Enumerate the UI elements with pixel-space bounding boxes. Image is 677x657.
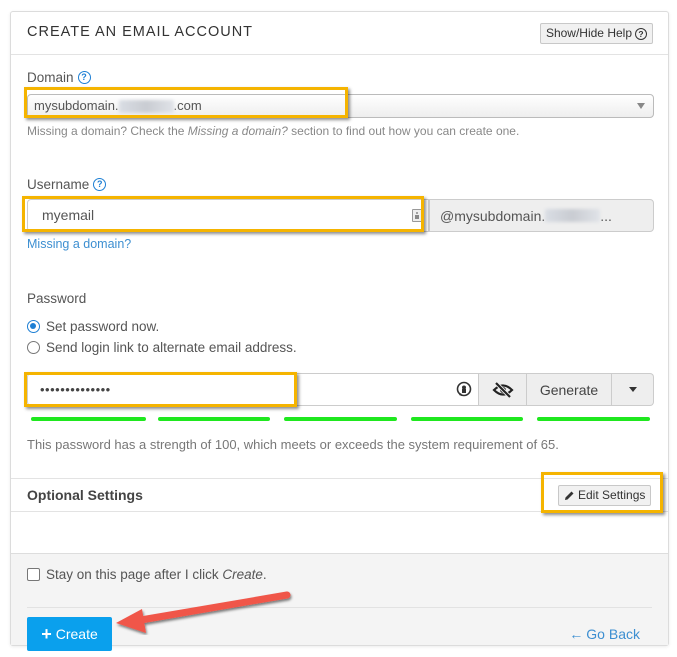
password-strength-text: This password has a strength of 100, whi…: [27, 437, 559, 452]
caret-down-icon: [637, 103, 645, 109]
caret-down-icon: [628, 387, 637, 392]
strength-segment: [31, 417, 146, 421]
password-label: Password: [27, 291, 87, 306]
strength-segment: [537, 417, 650, 421]
domain-label-text: Domain: [27, 70, 74, 85]
username-input[interactable]: myemail: [27, 199, 429, 232]
generate-options-dropdown[interactable]: [612, 373, 654, 406]
redacted-text: [118, 100, 174, 114]
password-masked-value: ••••••••••••••: [40, 382, 111, 397]
edit-settings-button[interactable]: Edit Settings: [558, 485, 652, 506]
contact-card-icon: [412, 209, 422, 222]
stay-on-page-checkbox-row[interactable]: Stay on this page after I click Create.: [27, 567, 267, 582]
missing-domain-link[interactable]: Missing a domain?: [27, 237, 131, 251]
divider: [11, 478, 668, 479]
radio-send-login-link[interactable]: Send login link to alternate email addre…: [27, 340, 297, 355]
panel-header: CREATE AN EMAIL ACCOUNT Show/Hide Help ?: [11, 12, 668, 55]
radio-button-unchecked[interactable]: [27, 341, 40, 354]
divider: [11, 511, 668, 512]
optional-settings-title: Optional Settings: [27, 487, 143, 503]
username-value: myemail: [42, 207, 95, 223]
username-label: Username ?: [27, 177, 107, 192]
pencil-icon: [565, 491, 574, 500]
password-manager-icon[interactable]: [456, 381, 472, 399]
eye-slash-icon: [491, 381, 514, 398]
toggle-visibility-button[interactable]: [479, 373, 527, 406]
strength-segment: [284, 417, 397, 421]
radio-button-checked[interactable]: [27, 320, 40, 333]
show-hide-help-button[interactable]: Show/Hide Help ?: [539, 23, 653, 44]
domain-help-text: Missing a domain? Check the Missing a do…: [27, 124, 520, 138]
password-input[interactable]: ••••••••••••••: [27, 373, 479, 406]
domain-prefix: mysubdomain.: [34, 98, 119, 113]
password-input-group: •••••••••••••• Generate: [27, 373, 654, 406]
page-title: CREATE AN EMAIL ACCOUNT: [27, 24, 254, 40]
radio-set-password-now[interactable]: Set password now.: [27, 319, 159, 334]
strength-segment: [411, 417, 523, 421]
question-circle-icon: ?: [635, 27, 647, 40]
redacted-text: [545, 209, 601, 222]
username-help-icon[interactable]: ?: [93, 178, 107, 191]
domain-help-icon[interactable]: ?: [77, 71, 91, 84]
domain-suffix: .com: [173, 98, 202, 113]
domain-addon: @mysubdomain....: [429, 199, 654, 232]
form-footer: Stay on this page after I click Create. …: [11, 553, 668, 651]
arrow-left-icon: ←: [569, 626, 584, 642]
help-button-label: Show/Hide Help: [545, 26, 632, 40]
stay-on-page-checkbox[interactable]: [27, 568, 40, 581]
domain-label: Domain ?: [27, 70, 91, 85]
username-label-text: Username: [27, 177, 90, 192]
create-button[interactable]: + Create: [27, 617, 112, 651]
plus-icon: +: [41, 624, 52, 644]
go-back-link[interactable]: ← Go Back: [569, 626, 640, 642]
divider: [27, 607, 652, 608]
generate-password-button[interactable]: Generate: [527, 373, 612, 406]
strength-segment: [158, 417, 270, 421]
stay-on-page-label: Stay on this page after I click Create.: [46, 567, 267, 582]
domain-select[interactable]: mysubdomain. .com: [27, 94, 654, 118]
create-email-panel: CREATE AN EMAIL ACCOUNT Show/Hide Help ?…: [10, 11, 669, 651]
